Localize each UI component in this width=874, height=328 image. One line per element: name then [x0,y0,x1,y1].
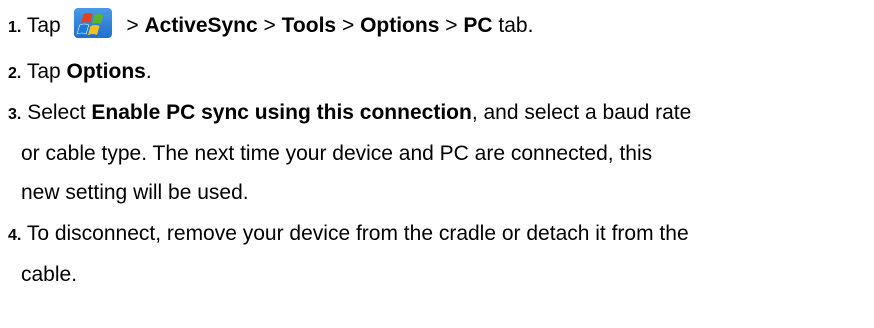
enable-pc-sync-label: Enable PC sync using this connection [91,101,472,124]
separator: > [341,14,355,37]
step-number: 2. [8,65,22,82]
step-number: 3. [8,106,22,123]
activesync-label: ActiveSync [144,14,258,37]
options-label: Options [66,60,146,83]
step-text: . [145,60,152,83]
instruction-steps: 1. Tap > ActiveSync > Tools > Options > … [0,0,874,328]
step-line: 3. Select Enable PC sync using this conn… [8,93,868,134]
step-text: Tap [26,14,61,37]
tools-label: Tools [281,14,337,37]
step-3: 3. Select Enable PC sync using this conn… [8,93,868,212]
step-text: To disconnect, remove your device from t… [26,222,689,245]
step-text: tab. [498,14,534,37]
step-1: 1. Tap > ActiveSync > Tools > Options > … [8,6,868,47]
step-line: or cable type. The next time your device… [21,142,653,165]
separator: > [445,14,458,37]
windows-start-flag-icon [73,7,113,39]
options-label: Options [360,14,440,37]
step-text: , and select a baud rate [471,101,692,124]
step-text: Select [27,101,86,124]
step-line: 4. To disconnect, remove your device fro… [8,214,868,255]
step-line: new setting will be used. [21,181,249,204]
step-number: 4. [8,227,22,244]
separator: > [263,14,276,37]
step-text: Tap [26,60,61,83]
step-number: 1. [8,19,22,36]
pc-tab-label: PC [463,14,493,37]
step-4: 4. To disconnect, remove your device fro… [8,214,868,294]
step-2: 2. Tap Options. [8,52,868,93]
step-line: cable. [21,263,78,286]
separator: > [126,14,139,37]
